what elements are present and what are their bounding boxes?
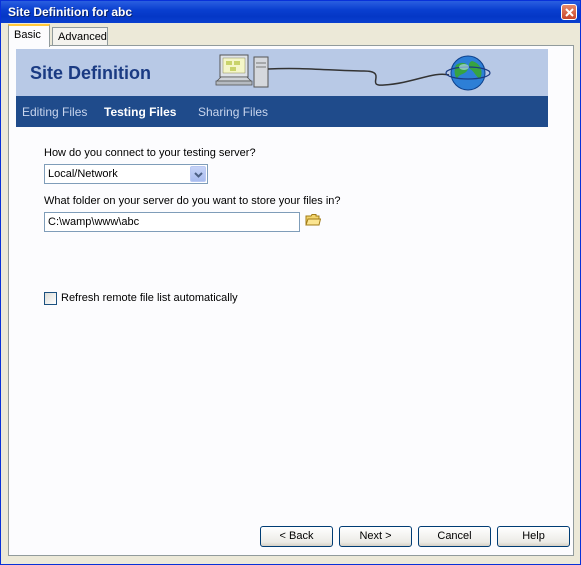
back-button[interactable]: < Back — [260, 526, 333, 547]
server-folder-input[interactable]: C:\wamp\www\abc — [44, 212, 300, 232]
help-button[interactable]: Help — [497, 526, 570, 547]
cancel-button[interactable]: Cancel — [418, 526, 491, 547]
folder-icon — [305, 214, 322, 226]
refresh-remote-label[interactable]: Refresh remote file list automatically — [61, 292, 238, 304]
title-bar[interactable]: Site Definition for abc — [1, 1, 580, 23]
tab-advanced[interactable]: Advanced — [52, 27, 108, 46]
tab-basic-label: Basic — [14, 29, 41, 41]
browse-folder-button[interactable] — [305, 213, 323, 229]
connect-question-label: How do you connect to your testing serve… — [44, 147, 256, 159]
close-icon — [565, 8, 574, 17]
dropdown-button[interactable] — [190, 166, 206, 182]
folder-question-label: What folder on your server do you want t… — [44, 195, 341, 207]
tab-panel: Site Definition Editing Files Testing Fi… — [8, 45, 574, 556]
section-nav: Editing Files Testing Files Sharing File… — [16, 96, 548, 127]
connection-type-dropdown[interactable]: Local/Network — [44, 164, 208, 184]
tab-basic[interactable]: Basic — [8, 24, 50, 47]
close-button[interactable] — [561, 4, 577, 20]
nav-editing-files[interactable]: Editing Files — [22, 105, 87, 119]
banner: Site Definition — [16, 49, 548, 96]
nav-sharing-files[interactable]: Sharing Files — [198, 105, 268, 119]
connection-type-value: Local/Network — [48, 168, 118, 180]
network-illustration-icon — [215, 54, 491, 91]
refresh-remote-checkbox[interactable] — [44, 292, 57, 305]
next-button[interactable]: Next > — [339, 526, 412, 547]
server-folder-value: C:\wamp\www\abc — [48, 216, 140, 228]
tab-advanced-label: Advanced — [58, 31, 107, 43]
banner-title: Site Definition — [30, 63, 151, 83]
nav-testing-files[interactable]: Testing Files — [104, 105, 176, 119]
chevron-down-icon — [194, 172, 203, 178]
dialog-window: Site Definition for abc Basic Advanced S… — [0, 0, 581, 565]
window-title: Site Definition for abc — [8, 5, 133, 19]
